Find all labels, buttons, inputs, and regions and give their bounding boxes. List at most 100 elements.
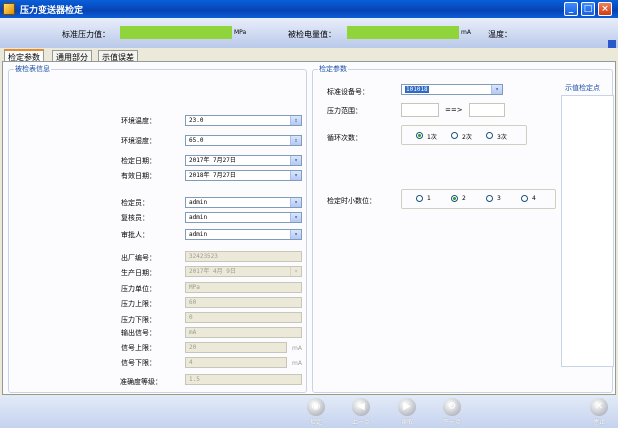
valid-date-label: 有效日期： (121, 172, 156, 180)
decimals-radio-4[interactable] (521, 195, 528, 202)
verify-points-title: 示值检定点 (564, 83, 601, 93)
chevron-down-icon[interactable]: ▾ (290, 156, 301, 165)
main-panel: 被检表信息 环境温度： 23.0 ⇕ 环境湿度： 65.0 ⇕ 检定日期： 20… (2, 61, 616, 395)
spinner-icon[interactable]: ⇕ (290, 136, 301, 145)
approver-label: 审批人： (121, 231, 149, 239)
next-icon: ⚙ (443, 398, 461, 416)
output-signal-label: 输出信号： (121, 329, 156, 337)
stop-icon: ✕ (590, 398, 608, 416)
decimals-radio-4-label: 4 (532, 195, 536, 202)
std-device-select[interactable]: 101018 ▾ (401, 84, 503, 95)
valid-date-picker[interactable]: 2018年 7月27日 ▾ (185, 170, 302, 181)
verify-date-label: 检定日期： (121, 157, 156, 165)
approver-select[interactable]: admin ▾ (185, 229, 302, 240)
serial-no-field: 32423523 (185, 251, 302, 262)
pressure-upper-field: 60 (185, 297, 302, 308)
signal-lower-label: 信号下限： (121, 359, 156, 367)
measured-current-unit: mA (461, 29, 471, 36)
chevron-down-icon[interactable]: ▾ (290, 171, 301, 180)
app-icon (3, 3, 15, 15)
mfg-date-picker: 2017年 4月 9日 ▾ (185, 266, 302, 277)
chevron-down-icon[interactable]: ▾ (290, 213, 301, 222)
pressure-unit-field: MPa (185, 282, 302, 293)
signal-upper-unit: mA (292, 345, 302, 352)
signal-upper-label: 信号上限： (121, 344, 156, 352)
chevron-down-icon[interactable]: ▾ (290, 230, 301, 239)
verify-date-picker[interactable]: 2017年 7月27日 ▾ (185, 155, 302, 166)
pressure-range-to[interactable] (469, 103, 505, 117)
read-button-label: 读取 (400, 419, 413, 426)
env-temp-label: 环境温度： (121, 117, 156, 125)
verify-icon: ◉ (307, 398, 325, 416)
minimize-button[interactable]: _ (564, 2, 578, 16)
tested-meter-group-title: 被检表信息 (14, 64, 51, 74)
measured-current-display (347, 26, 459, 39)
serial-no-label: 出厂编号： (121, 254, 156, 262)
temperature-label: 温度： (488, 30, 512, 39)
std-device-label: 标准设备号： (327, 88, 369, 96)
verifier-label: 检定员： (121, 199, 149, 207)
window-title: 压力变送器检定 (20, 6, 84, 16)
std-pressure-display (120, 26, 232, 39)
decimals-label: 检定时小数位： (327, 197, 376, 205)
mfg-date-label: 生产日期： (121, 269, 156, 277)
pressure-upper-label: 压力上限： (121, 300, 156, 308)
accuracy-field: 1.5 (185, 374, 302, 385)
cycles-radio-3-label: 3次 (497, 134, 507, 141)
std-pressure-unit: MPa (234, 29, 247, 36)
decimals-radio-1[interactable] (416, 195, 423, 202)
env-temp-input[interactable]: 23.0 ⇕ (185, 115, 302, 126)
decimals-radio-3[interactable] (486, 195, 493, 202)
cycles-radio-2[interactable] (451, 132, 458, 139)
std-pressure-label: 标准压力值： (62, 30, 110, 39)
pressure-lower-field: 0 (185, 312, 302, 323)
range-arrow: ==> (445, 106, 463, 114)
title-bar: 压力变送器检定 _ □ × (0, 0, 618, 18)
pressure-unit-label: 压力单位： (121, 285, 156, 293)
prev-point-button[interactable]: ◀ 上一点 (347, 398, 375, 426)
next-point-button[interactable]: ⚙ 下一点 (438, 398, 466, 426)
arrow-left-icon: ◀ (352, 398, 370, 416)
verify-points-list[interactable] (561, 95, 614, 367)
chevron-down-icon[interactable]: ▾ (290, 198, 301, 207)
cycles-radio-3[interactable] (486, 132, 493, 139)
read-icon: ▶ (398, 398, 416, 416)
checker-label: 复核员： (121, 214, 149, 222)
decimals-radio-2[interactable] (451, 195, 458, 202)
cycles-radio-1-label: 1次 (427, 134, 437, 141)
measured-current-label: 被检电量值： (288, 30, 336, 39)
header-strip: 标准压力值： MPa 被检电量值： mA 温度： (0, 18, 618, 48)
signal-upper-field: 20 (185, 342, 287, 353)
close-button[interactable]: × (598, 2, 612, 16)
output-signal-field: mA (185, 327, 302, 338)
spinner-icon[interactable]: ⇕ (290, 116, 301, 125)
cycles-radio-1[interactable] (416, 132, 423, 139)
bottom-toolbar: ◉ 检定 ◀ 上一点 ▶ 读取 ⚙ 下一点 ✕ 停止 (0, 396, 618, 428)
verifier-select[interactable]: admin ▾ (185, 197, 302, 208)
accuracy-label: 准确度等级： (120, 378, 162, 386)
pressure-range-from[interactable] (401, 103, 439, 117)
cycles-label: 循环次数： (327, 134, 362, 142)
env-humidity-label: 环境湿度： (121, 137, 156, 145)
chevron-down-icon: ▾ (290, 267, 301, 276)
pressure-lower-label: 压力下限： (121, 316, 156, 324)
read-button[interactable]: ▶ 读取 (393, 398, 421, 426)
verify-params-group-title: 检定参数 (318, 64, 348, 74)
decimals-radio-2-label: 2 (462, 195, 466, 202)
verify-button[interactable]: ◉ 检定 (302, 398, 330, 426)
signal-lower-field: 4 (185, 357, 287, 368)
next-point-button-label: 下一点 (442, 419, 461, 426)
stop-button[interactable]: ✕ 停止 (585, 398, 613, 426)
signal-lower-unit: mA (292, 360, 302, 367)
decimals-radio-1-label: 1 (427, 195, 431, 202)
decimals-radio-3-label: 3 (497, 195, 501, 202)
env-humidity-input[interactable]: 65.0 ⇕ (185, 135, 302, 146)
header-scroll-grip[interactable] (608, 40, 616, 48)
prev-point-button-label: 上一点 (351, 419, 370, 426)
verify-button-label: 检定 (309, 419, 322, 426)
stop-button-label: 停止 (592, 419, 605, 426)
cycles-radio-2-label: 2次 (462, 134, 472, 141)
chevron-down-icon[interactable]: ▾ (491, 85, 502, 94)
maximize-button[interactable]: □ (581, 2, 595, 16)
checker-select[interactable]: admin ▾ (185, 212, 302, 223)
